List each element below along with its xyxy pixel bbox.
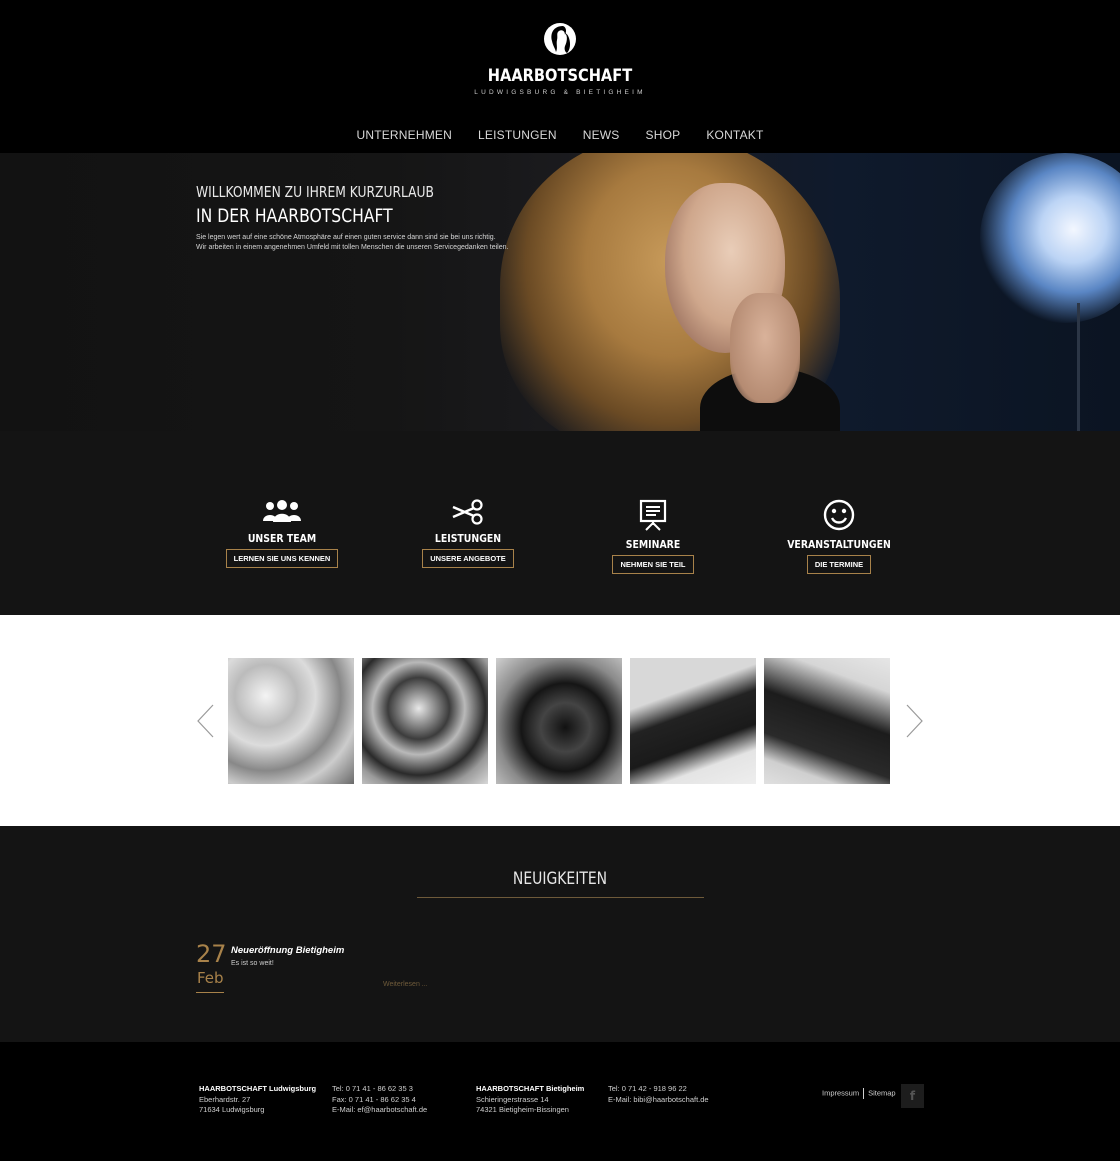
footer-bietigheim-city: 74321 Bietigheim-Bissingen xyxy=(476,1105,569,1114)
hero-model-hand xyxy=(730,293,800,403)
feature-events: VERANSTALTUNGEN DIE TERMINE xyxy=(759,499,919,574)
hairstyle-photo-3[interactable] xyxy=(496,658,622,784)
news-section: NEUIGKEITEN 27 Feb Neueröffnung Bietighe… xyxy=(0,826,1120,1042)
team-button[interactable]: LERNEN SIE UNS KENNEN xyxy=(225,549,339,568)
seminars-button[interactable]: NEHMEN SIE TEIL xyxy=(612,555,694,574)
gallery-carousel xyxy=(0,615,1120,826)
hairstyle-photo-1[interactable] xyxy=(228,658,354,784)
scissors-icon xyxy=(452,499,483,525)
impressum-link[interactable]: Impressum xyxy=(822,1088,859,1097)
footer-address-bietigheim: HAARBOTSCHAFT Bietigheim Schieringerstra… xyxy=(476,1084,584,1116)
hairstyle-photo-4[interactable] xyxy=(630,658,756,784)
hero-headline-1: WILLKOMMEN ZU IHREM KURZURLAUB xyxy=(196,183,434,201)
hero-headline-2: IN DER HAARBOTSCHAFT xyxy=(196,205,393,227)
lamp-stand xyxy=(1077,303,1080,431)
hero-text-line-1: Sie legen wert auf eine schöne Atmosphär… xyxy=(196,234,496,241)
logo[interactable]: HAARBOTSCHAFT LUDWIGSBURG & BIETIGHEIM xyxy=(0,22,1120,96)
team-icon xyxy=(263,500,301,522)
hero-caption: WILLKOMMEN ZU IHREM KURZURLAUB IN DER HA… xyxy=(196,183,508,253)
studio-lamp xyxy=(980,153,1120,323)
site-footer: HAARBOTSCHAFT Ludwigsburg Eberhardstr. 2… xyxy=(0,1042,1120,1161)
chevron-left-icon[interactable] xyxy=(195,703,215,739)
footer-ludwigsburg-email[interactable]: E-Mail: ef@haarbotschaft.de xyxy=(332,1105,427,1114)
events-button[interactable]: DIE TERMINE xyxy=(806,555,872,574)
logo-title: HAARBOTSCHAFT xyxy=(487,66,633,86)
footer-contact-bietigheim: Tel: 0 71 42 - 918 96 22 E-Mail: bibi@ha… xyxy=(608,1084,709,1105)
hero-slider[interactable]: WILLKOMMEN ZU IHREM KURZURLAUB IN DER HA… xyxy=(0,153,1120,431)
chevron-right-icon[interactable] xyxy=(905,703,925,739)
nav-kontakt[interactable]: KONTAKT xyxy=(706,128,763,142)
news-headline[interactable]: Neueröffnung Bietigheim xyxy=(231,945,344,956)
presentation-board-icon xyxy=(639,499,667,531)
logo-silhouette-icon xyxy=(544,23,576,55)
footer-ludwigsburg-street: Eberhardstr. 27 xyxy=(199,1094,251,1104)
footer-ludwigsburg-fax: Fax: 0 71 41 - 86 62 35 4 xyxy=(332,1094,416,1104)
hairstyle-photo-2[interactable] xyxy=(362,658,488,784)
news-date-divider xyxy=(196,992,224,993)
footer-bietigheim-street: Schieringerstrasse 14 xyxy=(476,1094,549,1104)
site-header: HAARBOTSCHAFT LUDWIGSBURG & BIETIGHEIM U… xyxy=(0,0,1120,153)
nav-leistungen[interactable]: LEISTUNGEN xyxy=(478,128,557,142)
news-date-month: Feb xyxy=(197,969,224,987)
feature-events-title: VERANSTALTUNGEN xyxy=(787,538,891,551)
news-excerpt: Es ist so weit! xyxy=(231,960,274,967)
footer-bietigheim-tel: Tel: 0 71 42 - 918 96 22 xyxy=(608,1084,687,1093)
hero-text-line-2: Wir arbeiten in einem angenehmen Umfeld … xyxy=(196,244,509,251)
main-nav: UNTERNEHMEN LEISTUNGEN NEWS SHOP KONTAKT xyxy=(0,128,1120,142)
read-more-link[interactable]: Weiterlesen ... xyxy=(383,981,428,988)
logo-tagline: LUDWIGSBURG & BIETIGHEIM xyxy=(474,89,646,96)
news-title-divider xyxy=(417,897,704,898)
feature-team: UNSER TEAM LERNEN SIE UNS KENNEN xyxy=(202,499,362,568)
feature-team-title: UNSER TEAM xyxy=(247,532,317,545)
sitemap-link[interactable]: Sitemap xyxy=(868,1088,896,1097)
feature-seminars-title: SEMINARE xyxy=(625,538,681,551)
feature-services: LEISTUNGEN UNSERE ANGEBOTE xyxy=(388,499,548,568)
nav-unternehmen[interactable]: UNTERNEHMEN xyxy=(356,128,452,142)
footer-link-separator xyxy=(863,1088,865,1099)
nav-shop[interactable]: SHOP xyxy=(646,128,681,142)
news-date-day: 27 xyxy=(196,940,227,968)
footer-contact-ludwigsburg: Tel: 0 71 41 - 86 62 35 3 Fax: 0 71 41 -… xyxy=(332,1084,427,1116)
footer-bietigheim-name: HAARBOTSCHAFT Bietigheim xyxy=(476,1084,585,1093)
footer-address-ludwigsburg: HAARBOTSCHAFT Ludwigsburg Eberhardstr. 2… xyxy=(199,1084,316,1116)
hairstyle-photo-5[interactable] xyxy=(764,658,890,784)
footer-ludwigsburg-city: 71634 Ludwigsburg xyxy=(199,1105,265,1114)
footer-links: Impressum Sitemap xyxy=(822,1088,896,1099)
smiley-icon xyxy=(823,499,855,531)
hero-text: Sie legen wert auf eine schöne Atmosphär… xyxy=(196,233,508,253)
feature-seminars: SEMINARE NEHMEN SIE TEIL xyxy=(573,499,733,574)
footer-ludwigsburg-tel: Tel: 0 71 41 - 86 62 35 3 xyxy=(332,1084,413,1093)
footer-bietigheim-email[interactable]: E-Mail: bibi@haarbotschaft.de xyxy=(608,1095,709,1104)
footer-ludwigsburg-name: HAARBOTSCHAFT Ludwigsburg xyxy=(199,1084,317,1093)
nav-news[interactable]: NEWS xyxy=(583,128,620,142)
services-button[interactable]: UNSERE ANGEBOTE xyxy=(422,549,514,568)
news-section-title: NEUIGKEITEN xyxy=(512,869,608,889)
facebook-icon[interactable]: f xyxy=(901,1084,924,1108)
feature-services-title: LEISTUNGEN xyxy=(434,532,502,545)
features-section: UNSER TEAM LERNEN SIE UNS KENNEN LEISTUN… xyxy=(0,431,1120,615)
